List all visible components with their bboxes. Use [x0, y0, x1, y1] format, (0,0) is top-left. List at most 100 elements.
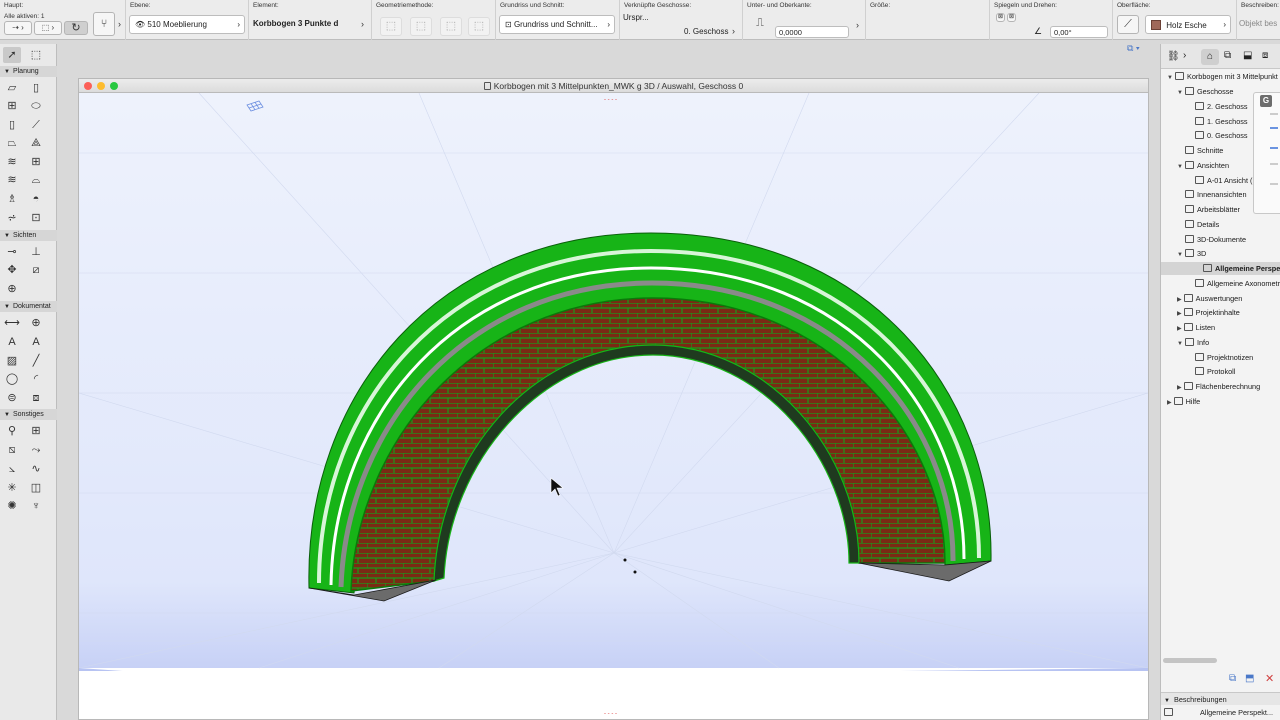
minimize-window-button[interactable]: [97, 82, 105, 90]
navigator-item[interactable]: 1. Geschoss: [1187, 115, 1248, 128]
window-tool-icon[interactable]: ⊞: [3, 98, 21, 114]
navigator-item[interactable]: 3D-Dokumente: [1177, 233, 1246, 246]
delete-icon[interactable]: ✕: [1265, 672, 1274, 685]
disclosure-open-icon[interactable]: ▼: [1177, 252, 1183, 258]
linked-story-value[interactable]: 0. Geschoss: [684, 27, 728, 36]
beam-tool-icon[interactable]: ⟋: [27, 117, 45, 133]
spline-tool-icon[interactable]: ∿: [27, 461, 45, 477]
object-tool-icon[interactable]: ⬭: [27, 98, 45, 114]
door-tool-icon[interactable]: ▯: [27, 80, 45, 96]
geometry-method-2-icon[interactable]: ⬚: [410, 17, 432, 36]
morph-tool-icon[interactable]: ♗: [3, 191, 21, 207]
chevron-right-icon[interactable]: ›: [1183, 50, 1186, 61]
fill-tool-icon[interactable]: ▨: [3, 353, 21, 369]
radial-dimension-tool-icon[interactable]: ⤳: [27, 442, 45, 458]
navigator-item[interactable]: Allgemeine Perspektive: [1161, 262, 1280, 275]
geometry-method-4-icon[interactable]: ⬚: [468, 17, 490, 36]
circle-tool-icon[interactable]: ◯: [3, 371, 21, 387]
skylight-tool-icon[interactable]: ⊡: [27, 210, 45, 226]
marquee-tool-icon[interactable]: ⬚: [27, 47, 45, 63]
navigator-item[interactable]: ▶ Auswertungen: [1177, 292, 1242, 305]
section-tool-icon[interactable]: ⊸: [3, 244, 21, 260]
figure-tool-icon[interactable]: ⧈: [27, 390, 45, 406]
navigator-item[interactable]: Details: [1177, 218, 1219, 231]
mirror-y-icon[interactable]: ⊠: [1007, 13, 1016, 22]
navigator-item[interactable]: Schnitte: [1177, 144, 1223, 157]
navigator-item[interactable]: ▼ 3D: [1177, 247, 1206, 260]
polyline-tool-icon[interactable]: ◜: [27, 371, 45, 387]
wall-tool-icon[interactable]: ▱: [3, 80, 21, 96]
arrow-selection-button[interactable]: ⇢ ›: [4, 21, 32, 35]
navigator-options-icon[interactable]: ⛓: [1167, 51, 1180, 62]
level-dimension-tool-icon[interactable]: ⊕: [27, 315, 45, 331]
chevron-right-icon[interactable]: ›: [856, 20, 859, 30]
disclosure-open-icon[interactable]: ▼: [1177, 341, 1183, 347]
angle-dimension-tool-icon[interactable]: ⦣: [3, 461, 21, 477]
description-row[interactable]: Allgemeine Perspekt...: [1161, 706, 1280, 720]
beschreiben-value[interactable]: Objekt bes: [1239, 19, 1277, 28]
layout-book-icon[interactable]: ⬓: [1243, 50, 1252, 61]
elevation-input[interactable]: 0,0000: [775, 26, 849, 38]
chevron-right-icon[interactable]: ›: [118, 19, 121, 29]
beschreibungen-header[interactable]: ▼ Beschreibungen: [1161, 692, 1280, 705]
camera-tool-icon[interactable]: ♆: [27, 498, 45, 514]
close-window-button[interactable]: [84, 82, 92, 90]
change-marker-tool-icon[interactable]: ⊞: [27, 423, 45, 439]
label-tool-icon[interactable]: A: [27, 334, 45, 350]
layer-dropdown[interactable]: 👁︎ 510 Moeblierung ›: [129, 15, 245, 34]
elevation-tool-icon[interactable]: ⊥: [27, 244, 45, 260]
text-tool-icon[interactable]: A: [3, 334, 21, 350]
navigator-item[interactable]: ▶ Hilfe: [1167, 395, 1200, 408]
marquee-button[interactable]: ⬚ ›: [34, 21, 62, 35]
surface-override-icon[interactable]: ⟋: [1117, 15, 1139, 34]
stair-tool-icon[interactable]: ≋: [3, 154, 21, 170]
navigator-item[interactable]: Innenansichten: [1177, 188, 1247, 201]
disclosure-closed-icon[interactable]: ▶: [1167, 400, 1172, 406]
slab-tool-icon[interactable]: ⏢: [3, 135, 21, 151]
detail-tool-icon[interactable]: ⊕: [3, 281, 21, 297]
navigator-item[interactable]: Protokoll: [1187, 365, 1235, 378]
geometry-method-3-icon[interactable]: ⬚: [440, 17, 462, 36]
geometry-method-1-icon[interactable]: ⬚: [380, 17, 402, 36]
navigator-item[interactable]: ▶ Flächenberechnung: [1177, 380, 1260, 393]
navigator-item[interactable]: ▶ Projektinhalte: [1177, 306, 1240, 319]
chevron-right-icon[interactable]: ›: [361, 19, 364, 29]
grid-element-tool-icon[interactable]: ⚲: [3, 423, 21, 439]
quick-options-icon[interactable]: ⧉ ▾: [1127, 43, 1157, 55]
railing-tool-icon[interactable]: ≋: [3, 172, 21, 188]
element-value[interactable]: Korbbogen 3 Punkte d: [253, 19, 338, 28]
navigator-root[interactable]: ▼ Korbbogen mit 3 Mittelpunkt: [1167, 70, 1278, 83]
mesh-tool-icon[interactable]: ⩫: [3, 210, 21, 226]
navigator-item[interactable]: ▶ Listen: [1177, 321, 1215, 334]
roof-tool-icon[interactable]: ⟁: [27, 135, 45, 151]
rotation-angle-input[interactable]: 0,00°: [1050, 26, 1108, 38]
curtain-wall-tool-icon[interactable]: ⊞: [27, 154, 45, 170]
mirror-x-icon[interactable]: ⊠: [996, 13, 1005, 22]
disclosure-closed-icon[interactable]: ▶: [1177, 326, 1182, 332]
worksheet-tool-icon[interactable]: ⧄: [27, 262, 45, 278]
floor-plan-section-dropdown[interactable]: ⊡ Grundriss und Schnitt... ›: [499, 15, 615, 34]
mep-tool-icon[interactable]: ⧅: [3, 442, 21, 458]
publisher-icon[interactable]: ⧈: [1262, 50, 1268, 61]
hotspot-tool-icon[interactable]: ✳: [3, 480, 21, 496]
disclosure-open-icon[interactable]: ▼: [1177, 90, 1183, 96]
horizontal-scrollbar[interactable]: [1163, 658, 1217, 663]
interior-elevation-tool-icon[interactable]: ✥: [3, 262, 21, 278]
rotate-icon[interactable]: ↻: [64, 21, 88, 35]
navigator-item[interactable]: Projektnotizen: [1187, 351, 1253, 364]
chair-icon[interactable]: ⑂: [93, 12, 115, 36]
drawing-tool-icon[interactable]: ⊜: [3, 390, 21, 406]
section-dokumentation[interactable]: ▼ Dokumentat: [0, 301, 57, 312]
disclosure-open-icon[interactable]: ▼: [1177, 164, 1183, 170]
navigator-item[interactable]: ▼ Info: [1177, 336, 1209, 349]
surface-material-dropdown[interactable]: Holz Esche ›: [1145, 15, 1231, 34]
navigator-item[interactable]: Allgemeine Axonometrie: [1187, 277, 1280, 290]
window-title-bar[interactable]: Korbbogen mit 3 Mittelpunkten_MWK g 3D /…: [79, 79, 1148, 93]
navigator-item[interactable]: ▼ Geschosse: [1177, 85, 1233, 98]
shell-tool-icon[interactable]: ⌓: [27, 172, 45, 188]
navigator-item[interactable]: 0. Geschoss: [1187, 129, 1248, 142]
chevron-right-icon[interactable]: ›: [732, 26, 735, 36]
column-tool-icon[interactable]: ▯: [3, 117, 21, 133]
zoom-window-button[interactable]: [110, 82, 118, 90]
navigator-item[interactable]: Arbeitsblätter: [1177, 203, 1240, 216]
